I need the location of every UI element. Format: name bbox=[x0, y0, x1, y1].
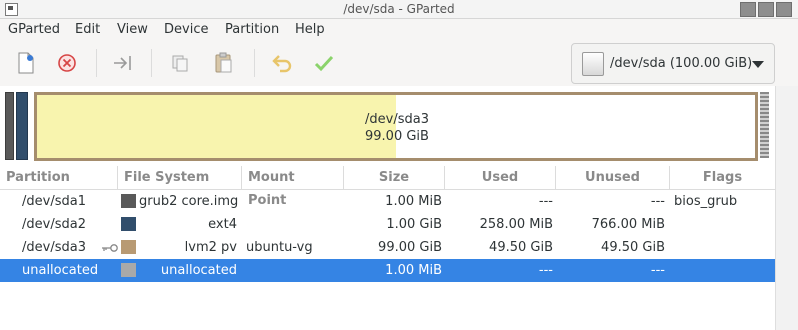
resize-move-button[interactable] bbox=[109, 49, 137, 77]
cell-partition: unallocated bbox=[22, 263, 99, 278]
cell-used: 49.50 GiB bbox=[489, 240, 553, 255]
cell-used: --- bbox=[538, 263, 553, 278]
table-row[interactable]: /dev/sda2 ext4 1.00 GiB 258.00 MiB 766.00 Mi… bbox=[0, 213, 775, 236]
cell-size: 1.00 MiB bbox=[385, 194, 442, 209]
title-bar: /dev/sda - GParted bbox=[0, 0, 798, 19]
apply-icon bbox=[314, 55, 334, 72]
cell-partition: /dev/sda1 bbox=[22, 194, 86, 209]
partition-table-header: Partition File System Mount Point Size U… bbox=[0, 166, 775, 208]
cell-filesystem: ext4 bbox=[208, 217, 237, 232]
undo-button[interactable] bbox=[268, 49, 296, 77]
menu-edit[interactable]: Edit bbox=[75, 22, 100, 37]
col-filesystem[interactable]: File System bbox=[118, 166, 242, 189]
cell-partition: /dev/sda3 bbox=[22, 240, 86, 255]
copy-icon bbox=[172, 55, 188, 72]
toolbar-separator bbox=[96, 49, 97, 77]
table-row[interactable]: /dev/sda1 grub2 core.img 1.00 MiB --- --- bio… bbox=[0, 190, 775, 213]
maximize-button[interactable] bbox=[758, 2, 774, 17]
menu-view[interactable]: View bbox=[117, 22, 148, 37]
cell-size: 1.00 GiB bbox=[386, 217, 442, 232]
toolbar-separator bbox=[151, 49, 152, 77]
cell-unused: 766.00 MiB bbox=[591, 217, 665, 232]
dropdown-arrow-icon bbox=[752, 61, 764, 68]
close-button[interactable] bbox=[776, 2, 792, 17]
toolbar-separator bbox=[254, 49, 255, 77]
table-row[interactable]: unallocated unallocated 1.00 MiB --- --- bbox=[0, 259, 775, 282]
minimize-button[interactable] bbox=[740, 2, 756, 17]
cell-unused: --- bbox=[650, 263, 665, 278]
window-title: /dev/sda - GParted bbox=[343, 2, 455, 16]
undo-icon bbox=[272, 55, 292, 73]
cell-used: --- bbox=[538, 194, 553, 209]
cell-mountpoint: ubuntu-vg bbox=[246, 240, 313, 255]
fs-color-swatch bbox=[121, 240, 136, 254]
col-flags[interactable]: Flags bbox=[670, 166, 775, 189]
map-partition-size: 99.00 GiB bbox=[365, 129, 429, 144]
device-selector-label: /dev/sda (100.00 GiB) bbox=[610, 56, 753, 71]
copy-button[interactable] bbox=[166, 49, 194, 77]
new-icon bbox=[18, 52, 34, 74]
menu-partition[interactable]: Partition bbox=[225, 22, 279, 37]
toolbar: /dev/sda (100.00 GiB) bbox=[0, 41, 798, 87]
menu-device[interactable]: Device bbox=[164, 22, 208, 37]
map-used-space bbox=[37, 95, 396, 158]
col-size[interactable]: Size bbox=[344, 166, 445, 189]
vertical-scrollbar[interactable] bbox=[775, 86, 798, 330]
map-partition-name: /dev/sda3 bbox=[365, 112, 429, 127]
map-partition-sda3[interactable]: /dev/sda3 99.00 GiB bbox=[34, 92, 758, 161]
cell-size: 99.00 GiB bbox=[378, 240, 442, 255]
new-partition-button[interactable] bbox=[12, 49, 40, 77]
cell-unused: 49.50 GiB bbox=[601, 240, 665, 255]
paste-icon bbox=[215, 52, 232, 73]
device-selector[interactable]: /dev/sda (100.00 GiB) bbox=[571, 43, 775, 84]
menu-help[interactable]: Help bbox=[295, 22, 325, 37]
resize-move-icon bbox=[114, 56, 131, 70]
cell-filesystem: unallocated bbox=[160, 263, 237, 278]
cell-flags: bios_grub bbox=[674, 194, 738, 209]
cell-filesystem: grub2 core.img bbox=[139, 194, 239, 209]
col-used[interactable]: Used bbox=[445, 166, 556, 189]
cell-used: 258.00 MiB bbox=[479, 217, 553, 232]
fs-color-swatch bbox=[121, 194, 136, 208]
cell-partition: /dev/sda2 bbox=[22, 217, 86, 232]
paste-button[interactable] bbox=[210, 49, 238, 77]
cell-filesystem: lvm2 pv bbox=[184, 240, 237, 255]
menu-gparted[interactable]: GParted bbox=[8, 22, 60, 37]
key-icon bbox=[102, 244, 118, 252]
disk-map: /dev/sda3 99.00 GiB bbox=[0, 86, 775, 163]
table-row[interactable]: /dev/sda3 lvm2 pv ubuntu-vg 99.00 GiB 49.50 … bbox=[0, 236, 775, 259]
col-unused[interactable]: Unused bbox=[556, 166, 670, 189]
delete-icon bbox=[58, 54, 76, 72]
menu-bar: GParted Edit View Device Partition Help bbox=[0, 19, 798, 41]
col-partition[interactable]: Partition bbox=[0, 166, 118, 189]
cell-unused: --- bbox=[650, 194, 665, 209]
apply-button[interactable] bbox=[310, 49, 338, 77]
cell-size: 1.00 MiB bbox=[385, 263, 442, 278]
map-unallocated[interactable] bbox=[760, 92, 769, 158]
fs-color-swatch bbox=[121, 263, 136, 277]
fs-color-swatch bbox=[121, 217, 136, 231]
delete-partition-button[interactable] bbox=[53, 49, 81, 77]
col-mountpoint[interactable]: Mount Point bbox=[242, 166, 344, 208]
harddisk-icon bbox=[582, 51, 604, 76]
map-partition-sda1[interactable] bbox=[5, 92, 14, 160]
map-partition-sda2[interactable] bbox=[16, 92, 28, 160]
